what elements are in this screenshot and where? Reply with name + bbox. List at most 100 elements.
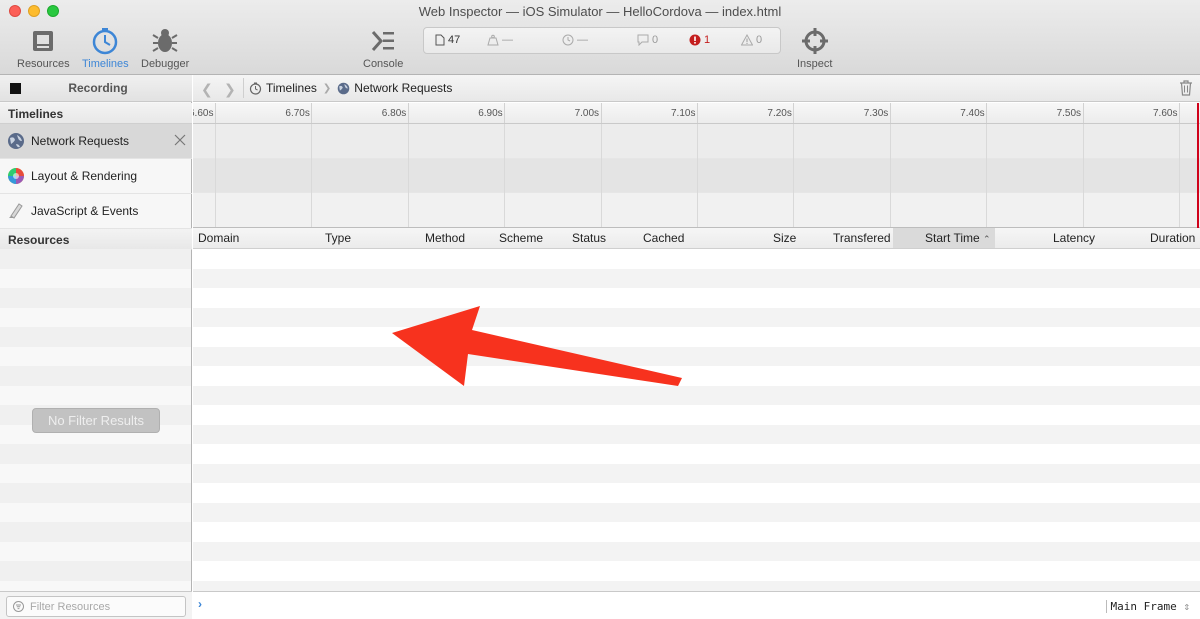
table-row xyxy=(193,561,1200,581)
list-row-stripe xyxy=(0,463,191,483)
list-row-stripe xyxy=(0,561,191,581)
color-wheel-icon xyxy=(8,168,24,184)
list-row-stripe xyxy=(0,502,191,522)
timeline-grid-line xyxy=(311,124,313,227)
list-row-stripe xyxy=(0,522,191,542)
timeline-javascript-events-label: JavaScript & Events xyxy=(31,204,139,218)
table-row xyxy=(193,249,1200,269)
frame-selector[interactable]: Main Frame ⇕ xyxy=(1105,600,1190,613)
timeline-grid-line xyxy=(986,124,988,227)
list-row-stripe xyxy=(0,268,191,288)
trash-icon[interactable] xyxy=(1179,80,1193,96)
sidebar: Recording Timelines Network Requests Lay xyxy=(0,75,192,619)
stopwatch-icon xyxy=(249,82,262,95)
timeline-network-requests[interactable]: Network Requests xyxy=(0,124,192,159)
forward-arrow-icon[interactable]: ❯ xyxy=(224,81,236,98)
error-icon xyxy=(689,34,701,46)
inspect-button[interactable]: Inspect xyxy=(797,26,832,70)
window-title: Web Inspector — iOS Simulator — HelloCor… xyxy=(418,4,782,19)
resource-count-item[interactable]: 47 xyxy=(435,34,460,46)
filter-icon xyxy=(13,601,24,612)
ruler-tick xyxy=(600,103,602,123)
table-header: Domain Type Method Scheme Status Cached … xyxy=(193,228,1200,249)
timelines-header: Timelines xyxy=(0,103,192,124)
timeline-grid-line xyxy=(215,124,216,227)
breadcrumb: Timelines ❯ Network Requests xyxy=(249,81,452,95)
breadcrumb-separator-icon: ❯ xyxy=(322,82,332,94)
quick-console[interactable]: › Main Frame ⇕ xyxy=(193,591,1200,619)
time-ruler[interactable]: 6.60s 6.70s 6.80s 6.90s 7.00s 7.10s 7.20s 7.30s… xyxy=(193,103,1200,124)
table-row xyxy=(193,405,1200,425)
resources-tab-label: Resources xyxy=(17,58,70,70)
column-latency[interactable]: Latency xyxy=(1053,228,1095,248)
list-row-stripe xyxy=(0,346,191,366)
timeline-layout-rendering[interactable]: Layout & Rendering xyxy=(0,159,192,194)
column-domain[interactable]: Domain xyxy=(198,228,239,248)
resources-tab-button[interactable]: Resources xyxy=(17,26,70,70)
timeline-grid-line xyxy=(1179,124,1180,227)
ruler-tick xyxy=(889,103,891,123)
ruler-tick-label: 6.90s xyxy=(478,108,503,119)
timeline-grid-line xyxy=(697,124,698,227)
ruler-tick xyxy=(215,103,216,123)
breadcrumb-timelines[interactable]: Timelines xyxy=(266,81,317,95)
list-row-stripe xyxy=(0,307,191,327)
column-transfered[interactable]: Transfered xyxy=(833,228,891,248)
column-type[interactable]: Type xyxy=(325,228,351,248)
list-row-stripe xyxy=(0,327,191,347)
current-time-marker[interactable] xyxy=(1197,103,1199,228)
ruler-tick xyxy=(793,103,795,123)
timeline-grid-line xyxy=(407,124,409,227)
sidebar-footer xyxy=(0,591,192,619)
timelines-tab-button[interactable]: Timelines xyxy=(82,26,129,70)
console-tab-button[interactable]: Console xyxy=(363,26,403,70)
table-row xyxy=(193,444,1200,464)
filter-resources-field[interactable] xyxy=(6,596,186,617)
filter-resources-input[interactable] xyxy=(30,600,170,613)
globe-icon xyxy=(338,82,350,94)
timeline-javascript-events[interactable]: JavaScript & Events xyxy=(0,194,192,229)
list-row-stripe xyxy=(0,249,191,269)
timeline-network-requests-label: Network Requests xyxy=(31,134,130,148)
errors-item[interactable]: 1 xyxy=(689,34,710,46)
warning-icon xyxy=(741,34,753,46)
column-cached[interactable]: Cached xyxy=(643,228,684,248)
table-row xyxy=(193,463,1200,483)
timeline-grid-line xyxy=(1082,124,1084,227)
warnings-item[interactable]: 0 xyxy=(741,34,762,46)
navigation-bar: ❮ ❯ Timelines ❯ Network Requests xyxy=(193,75,1200,102)
table-row xyxy=(193,522,1200,542)
logs-item[interactable]: 0 xyxy=(637,34,658,46)
ruler-tick xyxy=(311,103,313,123)
column-start-time[interactable]: Start Time ⌃ xyxy=(893,228,995,248)
ruler-tick-label: 7.20s xyxy=(767,108,792,119)
table-row xyxy=(193,385,1200,405)
ruler-tick-label: 7.40s xyxy=(960,108,985,119)
breadcrumb-network-requests[interactable]: Network Requests xyxy=(354,81,452,95)
load-time-item[interactable]: — xyxy=(487,34,513,46)
column-status[interactable]: Status xyxy=(572,228,606,248)
ruler-tick-label: 6.80s xyxy=(381,108,407,119)
ruler-tick-label: 7.60s xyxy=(1153,108,1178,119)
debugger-tab-button[interactable]: Debugger xyxy=(141,26,189,70)
console-prompt-icon: › xyxy=(198,597,202,611)
bug-icon xyxy=(152,29,178,52)
ruler-tick-label: 6.70s xyxy=(285,108,310,119)
close-icon[interactable] xyxy=(174,134,186,146)
column-duration[interactable]: Duration xyxy=(1150,228,1195,248)
ruler-tick-label: 7.00s xyxy=(574,108,600,119)
timeline-graph[interactable] xyxy=(193,124,1200,228)
time-item[interactable]: — xyxy=(562,34,588,46)
back-arrow-icon[interactable]: ❮ xyxy=(201,81,213,98)
column-size[interactable]: Size xyxy=(773,228,796,248)
console-tab-label: Console xyxy=(363,58,404,70)
ruler-tick-label: 7.30s xyxy=(863,108,889,119)
column-scheme[interactable]: Scheme xyxy=(499,228,543,248)
web-inspector-window: Web Inspector — iOS Simulator — HelloCor… xyxy=(0,0,1200,619)
table-row xyxy=(193,580,1200,591)
dashboard[interactable]: 47 — — 0 1 0 xyxy=(423,27,781,54)
no-filter-results-badge: No Filter Results xyxy=(32,408,160,433)
column-method[interactable]: Method xyxy=(425,228,465,248)
ruler-tick-label: 7.10s xyxy=(671,108,696,119)
list-row-stripe xyxy=(0,385,191,405)
